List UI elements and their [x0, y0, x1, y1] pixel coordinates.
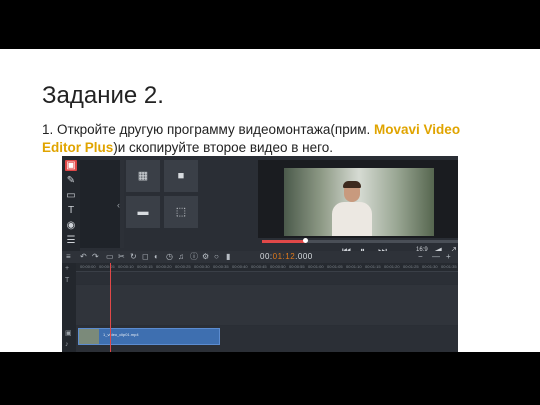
instruction-prefix: 1. Откройте другую программу видеомонтаж…	[42, 122, 375, 137]
audio-icon[interactable]: ♫	[178, 252, 184, 262]
ruler-tick: 00:00:55	[289, 264, 305, 269]
timecode-prefix: 00:	[260, 252, 273, 261]
ruler-tick: 00:00:40	[232, 264, 248, 269]
ruler-tick: 00:00:45	[251, 264, 267, 269]
text-track-icon[interactable]: T	[65, 277, 69, 284]
presenter-figure	[332, 181, 372, 236]
ruler-tick: 00:01:25	[403, 264, 419, 269]
record-icon[interactable]: ○	[214, 252, 219, 262]
slide: Задание 2. 1. Откройте другую программу …	[0, 49, 540, 352]
text-lane[interactable]	[76, 272, 458, 284]
audio-track-icon[interactable]: ♪	[65, 341, 69, 348]
transition-icon[interactable]: ▭	[65, 190, 77, 201]
clip-thumbnail	[79, 329, 99, 344]
slide-title: Задание 2.	[42, 82, 164, 109]
settings-icon[interactable]: ⚙	[202, 252, 209, 262]
list-icon[interactable]: ≡	[66, 252, 71, 262]
mic-icon[interactable]: ▮	[226, 252, 230, 262]
editor-screenshot: ▣ ✎ ▭ T ◉ ☰ ‹ ▦ ■ ▬ ⬚ ⏮ ⏸ ⏭	[62, 156, 458, 352]
add-track-icon[interactable]: +	[65, 265, 69, 272]
ruler-tick: 00:00:35	[213, 264, 229, 269]
cut-icon[interactable]: ✂	[118, 252, 125, 262]
ruler-tick: 00:01:10	[346, 264, 362, 269]
filter-icon[interactable]: ◉	[65, 220, 77, 231]
track-controls: + T ▣ ♪	[62, 263, 76, 352]
ruler-tick: 00:00:30	[194, 264, 210, 269]
magic-wand-icon[interactable]: ✎	[65, 175, 77, 186]
crop-icon[interactable]: ⬚	[164, 196, 198, 228]
seek-bar[interactable]	[262, 238, 458, 243]
delete-icon[interactable]: ▭	[106, 252, 114, 262]
ruler-tick: 00:01:00	[308, 264, 324, 269]
crop-icon[interactable]: ◻	[142, 252, 149, 262]
ruler-tick: 00:00:50	[270, 264, 286, 269]
seek-handle[interactable]	[303, 238, 309, 243]
timecode: 00:01:12.000	[260, 252, 313, 261]
instruction-suffix: )и скопируйте второе видео в него.	[113, 140, 333, 155]
video-track-icon[interactable]: ▣	[65, 329, 72, 337]
ruler-tick: 00:00:20	[156, 264, 172, 269]
ruler-tick: 00:00:00	[80, 264, 96, 269]
zoom-in-icon[interactable]: +	[446, 252, 451, 262]
menu-icon[interactable]: ☰	[65, 235, 77, 246]
info-icon[interactable]: ⓘ	[190, 252, 198, 262]
ruler-tick: 00:00:05	[99, 264, 115, 269]
ruler-tick: 00:01:05	[327, 264, 343, 269]
ruler-tick: 00:01:15	[365, 264, 381, 269]
ruler-tick: 00:00:25	[175, 264, 191, 269]
timeline-ruler[interactable]: 00:00:00 00:00:05 00:00:10 00:00:15 00:00:20…	[76, 263, 458, 272]
overlay-lane[interactable]	[76, 285, 458, 325]
clock-icon[interactable]: ◷	[166, 252, 173, 262]
grid-icon[interactable]: ▦	[126, 160, 160, 192]
text-icon[interactable]: T	[65, 205, 77, 216]
chevron-left-icon[interactable]: ‹	[117, 200, 120, 210]
video-icon[interactable]: ▣	[65, 160, 77, 171]
rotate-icon[interactable]: ↻	[130, 252, 137, 262]
camera-icon[interactable]: ■	[164, 160, 198, 192]
ruler-tick: 00:00:10	[118, 264, 134, 269]
video-frame	[284, 168, 434, 236]
undo-icon[interactable]: ↶	[80, 252, 87, 262]
media-panel	[80, 160, 120, 248]
video-clip[interactable]: 1_video_clip01.mp4	[78, 328, 220, 345]
timecode-ms: .000	[295, 252, 313, 261]
ruler-tick: 00:01:20	[384, 264, 400, 269]
redo-icon[interactable]: ↷	[92, 252, 99, 262]
folder-icon[interactable]: ▬	[126, 196, 160, 228]
timeline-toolbar: ≡ ↶ ↷ ▭ ✂ ↻ ◻ ◐ ◷ ♫ ⓘ ⚙ ○ ▮ 00:01:12.000…	[62, 251, 458, 263]
zoom-out-icon[interactable]: −	[418, 252, 423, 262]
ruler-tick: 00:01:30	[422, 264, 438, 269]
playhead[interactable]	[110, 263, 111, 352]
instruction-text: 1. Откройте другую программу видеомонтаж…	[42, 121, 482, 157]
timecode-main: 01:12	[272, 252, 296, 261]
ruler-tick: 00:00:15	[137, 264, 153, 269]
color-icon[interactable]: ◐	[154, 252, 159, 262]
zoom-slider-icon[interactable]: —	[432, 252, 440, 262]
clip-label: 1_video_clip01.mp4	[103, 332, 139, 337]
tool-rail: ▣ ✎ ▭ T ◉ ☰	[62, 156, 80, 251]
ruler-tick: 00:01:35	[441, 264, 457, 269]
seek-progress	[262, 240, 306, 243]
panel-divider	[120, 160, 124, 248]
